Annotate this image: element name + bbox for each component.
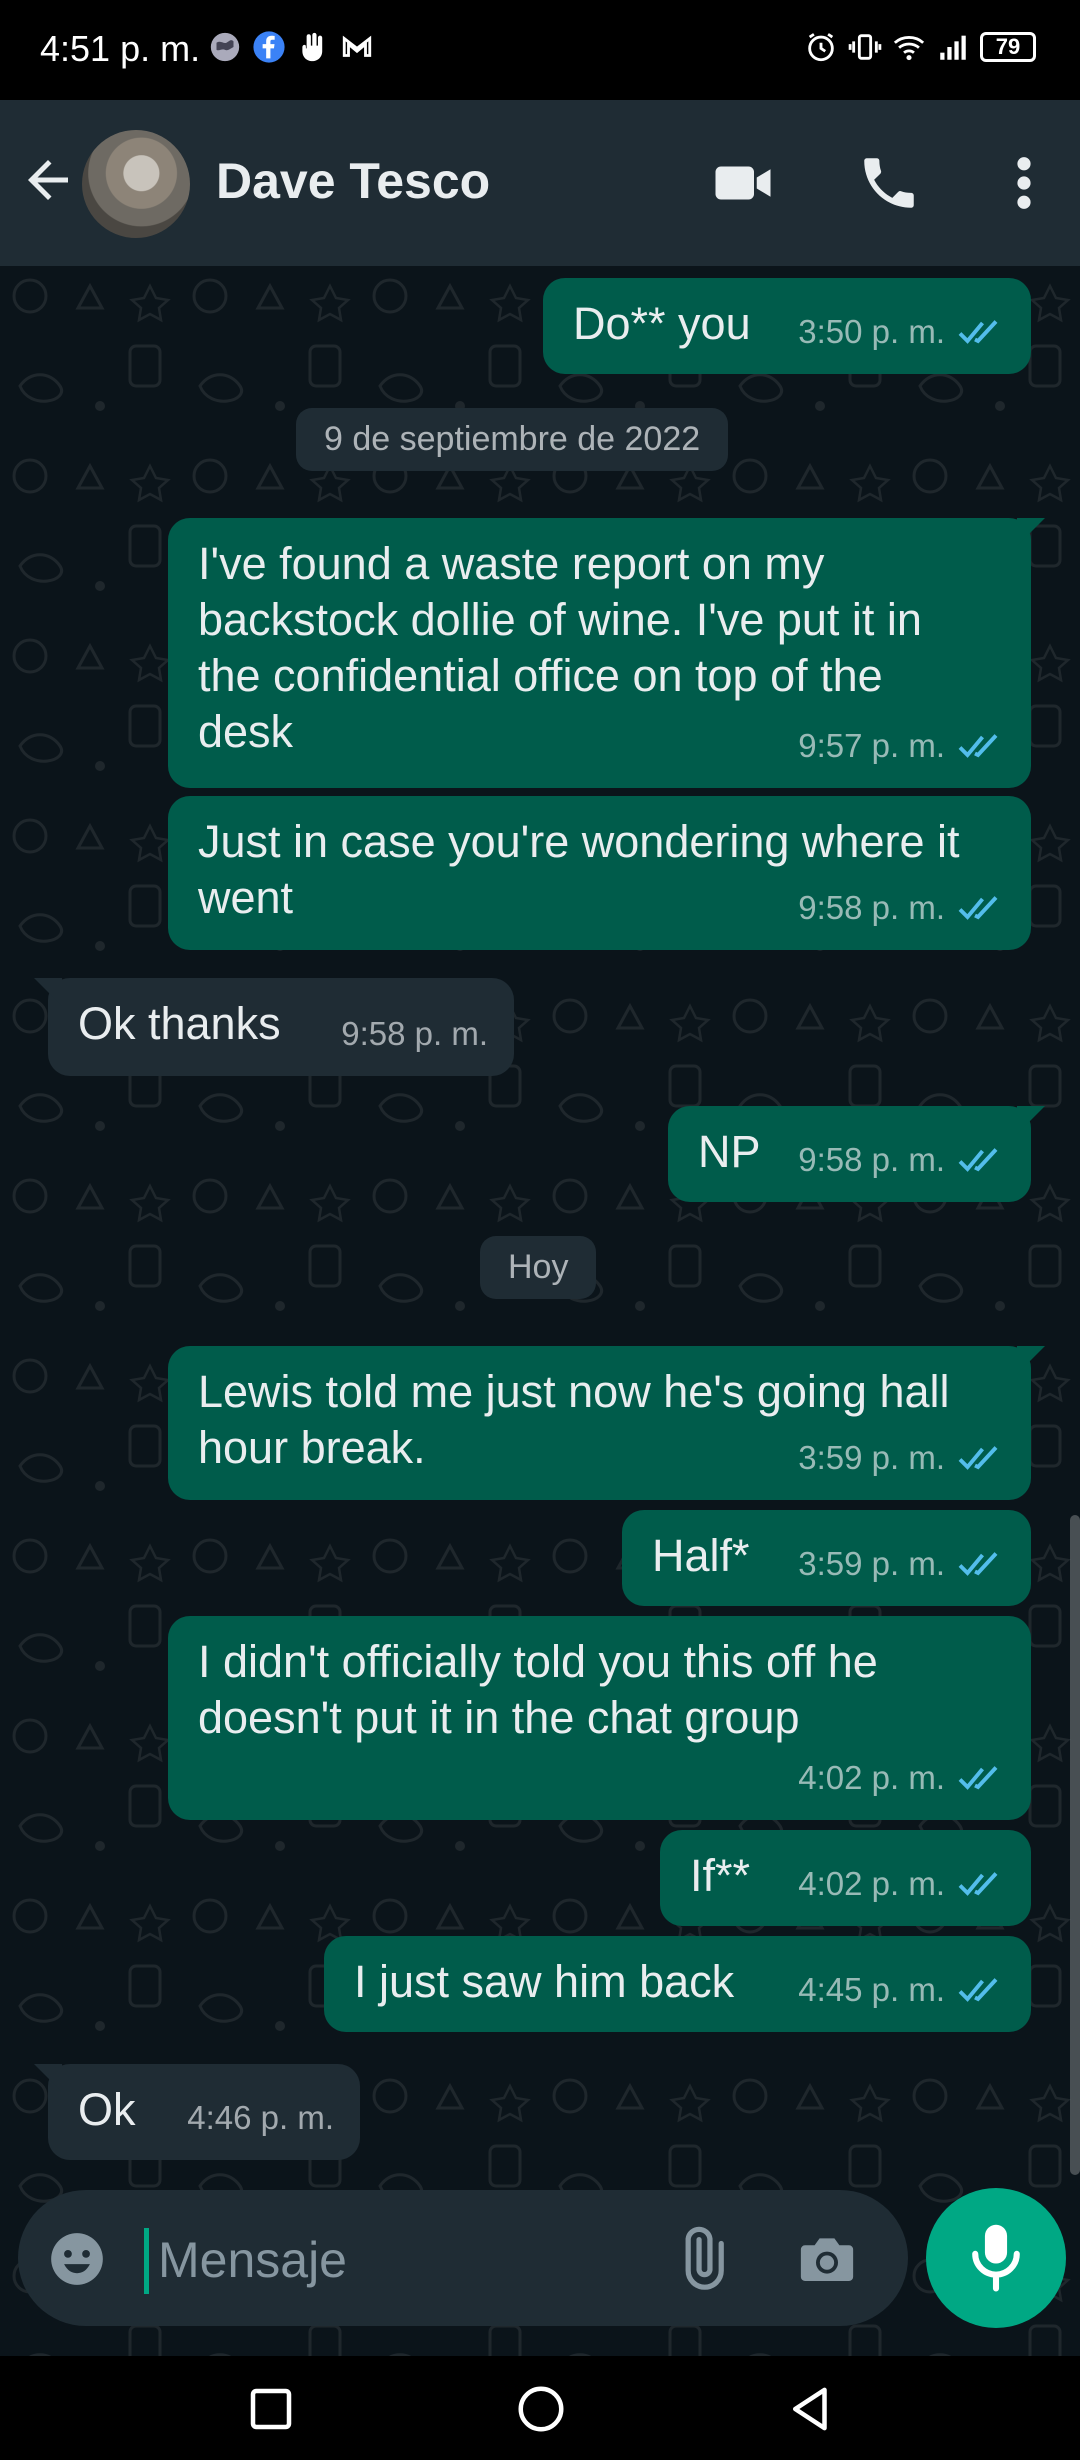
message-bubble-outgoing[interactable]: Just in case you're wondering where it w… — [168, 796, 1031, 950]
bubble-tail — [1017, 1106, 1045, 1134]
message-bubble-outgoing[interactable]: Do** you 3:50 p. m. — [543, 278, 1031, 374]
bubble-tail — [34, 2064, 62, 2092]
alarm-icon — [808, 33, 834, 62]
message-bubble-outgoing[interactable]: Lewis told me just now he's going hall h… — [168, 1346, 1045, 1500]
message-bubble-incoming[interactable]: Ok 4:46 p. m. — [34, 2064, 360, 2160]
phone-call-icon[interactable] — [856, 150, 922, 216]
message-text: I didn't officially told you this off he… — [198, 1636, 891, 1743]
message-time: 3:50 p. m. — [798, 313, 945, 350]
more-options-icon[interactable] — [1004, 150, 1044, 216]
home-icon[interactable] — [514, 2382, 568, 2436]
message-time: 9:58 p. m. — [798, 889, 945, 926]
message-bubble-outgoing[interactable]: Half* 3:59 p. m. — [622, 1510, 1031, 1606]
message-bubble-outgoing[interactable]: I've found a waste report on my backstoc… — [168, 518, 1045, 788]
notification-icons — [208, 30, 374, 64]
camera-icon[interactable] — [794, 2226, 860, 2292]
message-meta: 3:50 p. m. — [798, 304, 1005, 360]
message-bubble-outgoing[interactable]: I just saw him back 4:45 p. m. — [324, 1936, 1031, 2032]
signal-icon — [940, 35, 966, 60]
message-input[interactable] — [158, 2220, 628, 2300]
message-composer — [18, 2190, 908, 2326]
back-arrow-icon[interactable] — [18, 150, 78, 210]
message-time: 4:02 p. m. — [798, 1865, 945, 1902]
message-time: 9:58 p. m. — [341, 1015, 488, 1052]
nav-back-icon[interactable] — [784, 2382, 838, 2436]
read-ticks-icon — [958, 1872, 998, 1896]
message-bubble-incoming[interactable]: Ok thanks 9:58 p. m. — [34, 978, 514, 1076]
attach-icon[interactable] — [668, 2226, 734, 2292]
message-time: 3:59 p. m. — [798, 1545, 945, 1582]
bubble-tail — [34, 978, 62, 1006]
message-time: 4:46 p. m. — [187, 2099, 334, 2136]
message-time: 3:59 p. m. — [798, 1439, 945, 1476]
microphone-icon — [972, 2224, 1020, 2292]
read-ticks-icon — [958, 1766, 998, 1790]
message-meta: 4:02 p. m. — [798, 1750, 1005, 1806]
read-ticks-icon — [958, 1148, 998, 1172]
message-meta: 3:59 p. m. — [798, 1536, 1005, 1592]
read-ticks-icon — [958, 1446, 998, 1470]
vibrate-icon — [848, 34, 882, 60]
message-meta: 9:58 p. m. — [798, 1132, 1005, 1188]
globe-icon — [210, 32, 240, 62]
message-meta: 4:02 p. m. — [798, 1856, 1005, 1912]
message-meta: 3:59 p. m. — [798, 1430, 1005, 1486]
message-meta: 4:46 p. m. — [187, 2090, 334, 2146]
message-time: 4:45 p. m. — [798, 1971, 945, 2008]
chat-area[interactable]: Do** you 3:50 p. m. 9 de septiembre de 2… — [0, 266, 1080, 2356]
read-ticks-icon — [958, 320, 998, 344]
message-meta: 9:58 p. m. — [798, 880, 1005, 936]
message-meta: 4:45 p. m. — [798, 1962, 1005, 2018]
battery-indicator: 79 — [980, 32, 1036, 62]
wifi-icon — [893, 36, 925, 61]
read-ticks-icon — [958, 1978, 998, 2002]
date-separator: 9 de septiembre de 2022 — [296, 408, 729, 471]
system-navigation-bar — [0, 2356, 1080, 2460]
recents-icon[interactable] — [244, 2382, 298, 2436]
date-separator: Hoy — [480, 1236, 597, 1299]
status-bar: 4:51 p. m. 79 — [0, 0, 1080, 100]
emoji-icon[interactable] — [46, 2228, 108, 2290]
read-ticks-icon — [958, 896, 998, 920]
contact-name[interactable]: Dave Tesco — [216, 152, 490, 210]
chat-scrollbar[interactable] — [1070, 1515, 1080, 2175]
gmail-icon — [342, 35, 372, 57]
read-ticks-icon — [958, 734, 998, 758]
message-bubble-outgoing[interactable]: If** 4:02 p. m. — [660, 1830, 1031, 1926]
hand-icon — [302, 32, 323, 62]
facebook-icon — [253, 31, 285, 63]
message-bubble-outgoing[interactable]: I didn't officially told you this off he… — [168, 1616, 1031, 1820]
video-call-icon[interactable] — [710, 150, 776, 216]
bubble-tail — [1017, 518, 1045, 546]
system-icons: 79 — [804, 30, 1036, 64]
message-time: 4:02 p. m. — [798, 1759, 945, 1796]
message-time: 9:58 p. m. — [798, 1141, 945, 1178]
avatar[interactable] — [82, 130, 190, 238]
text-caret — [144, 2228, 149, 2294]
message-bubble-outgoing[interactable]: NP 9:58 p. m. — [668, 1106, 1045, 1202]
message-meta: 9:58 p. m. — [341, 1006, 488, 1062]
message-time: 9:57 p. m. — [798, 727, 945, 764]
microphone-button[interactable] — [926, 2188, 1066, 2328]
read-ticks-icon — [958, 1552, 998, 1576]
message-meta: 9:57 p. m. — [798, 718, 1005, 774]
chat-header: Dave Tesco — [0, 100, 1080, 266]
status-time: 4:51 p. m. — [40, 28, 201, 69]
bubble-tail — [1017, 1346, 1045, 1374]
